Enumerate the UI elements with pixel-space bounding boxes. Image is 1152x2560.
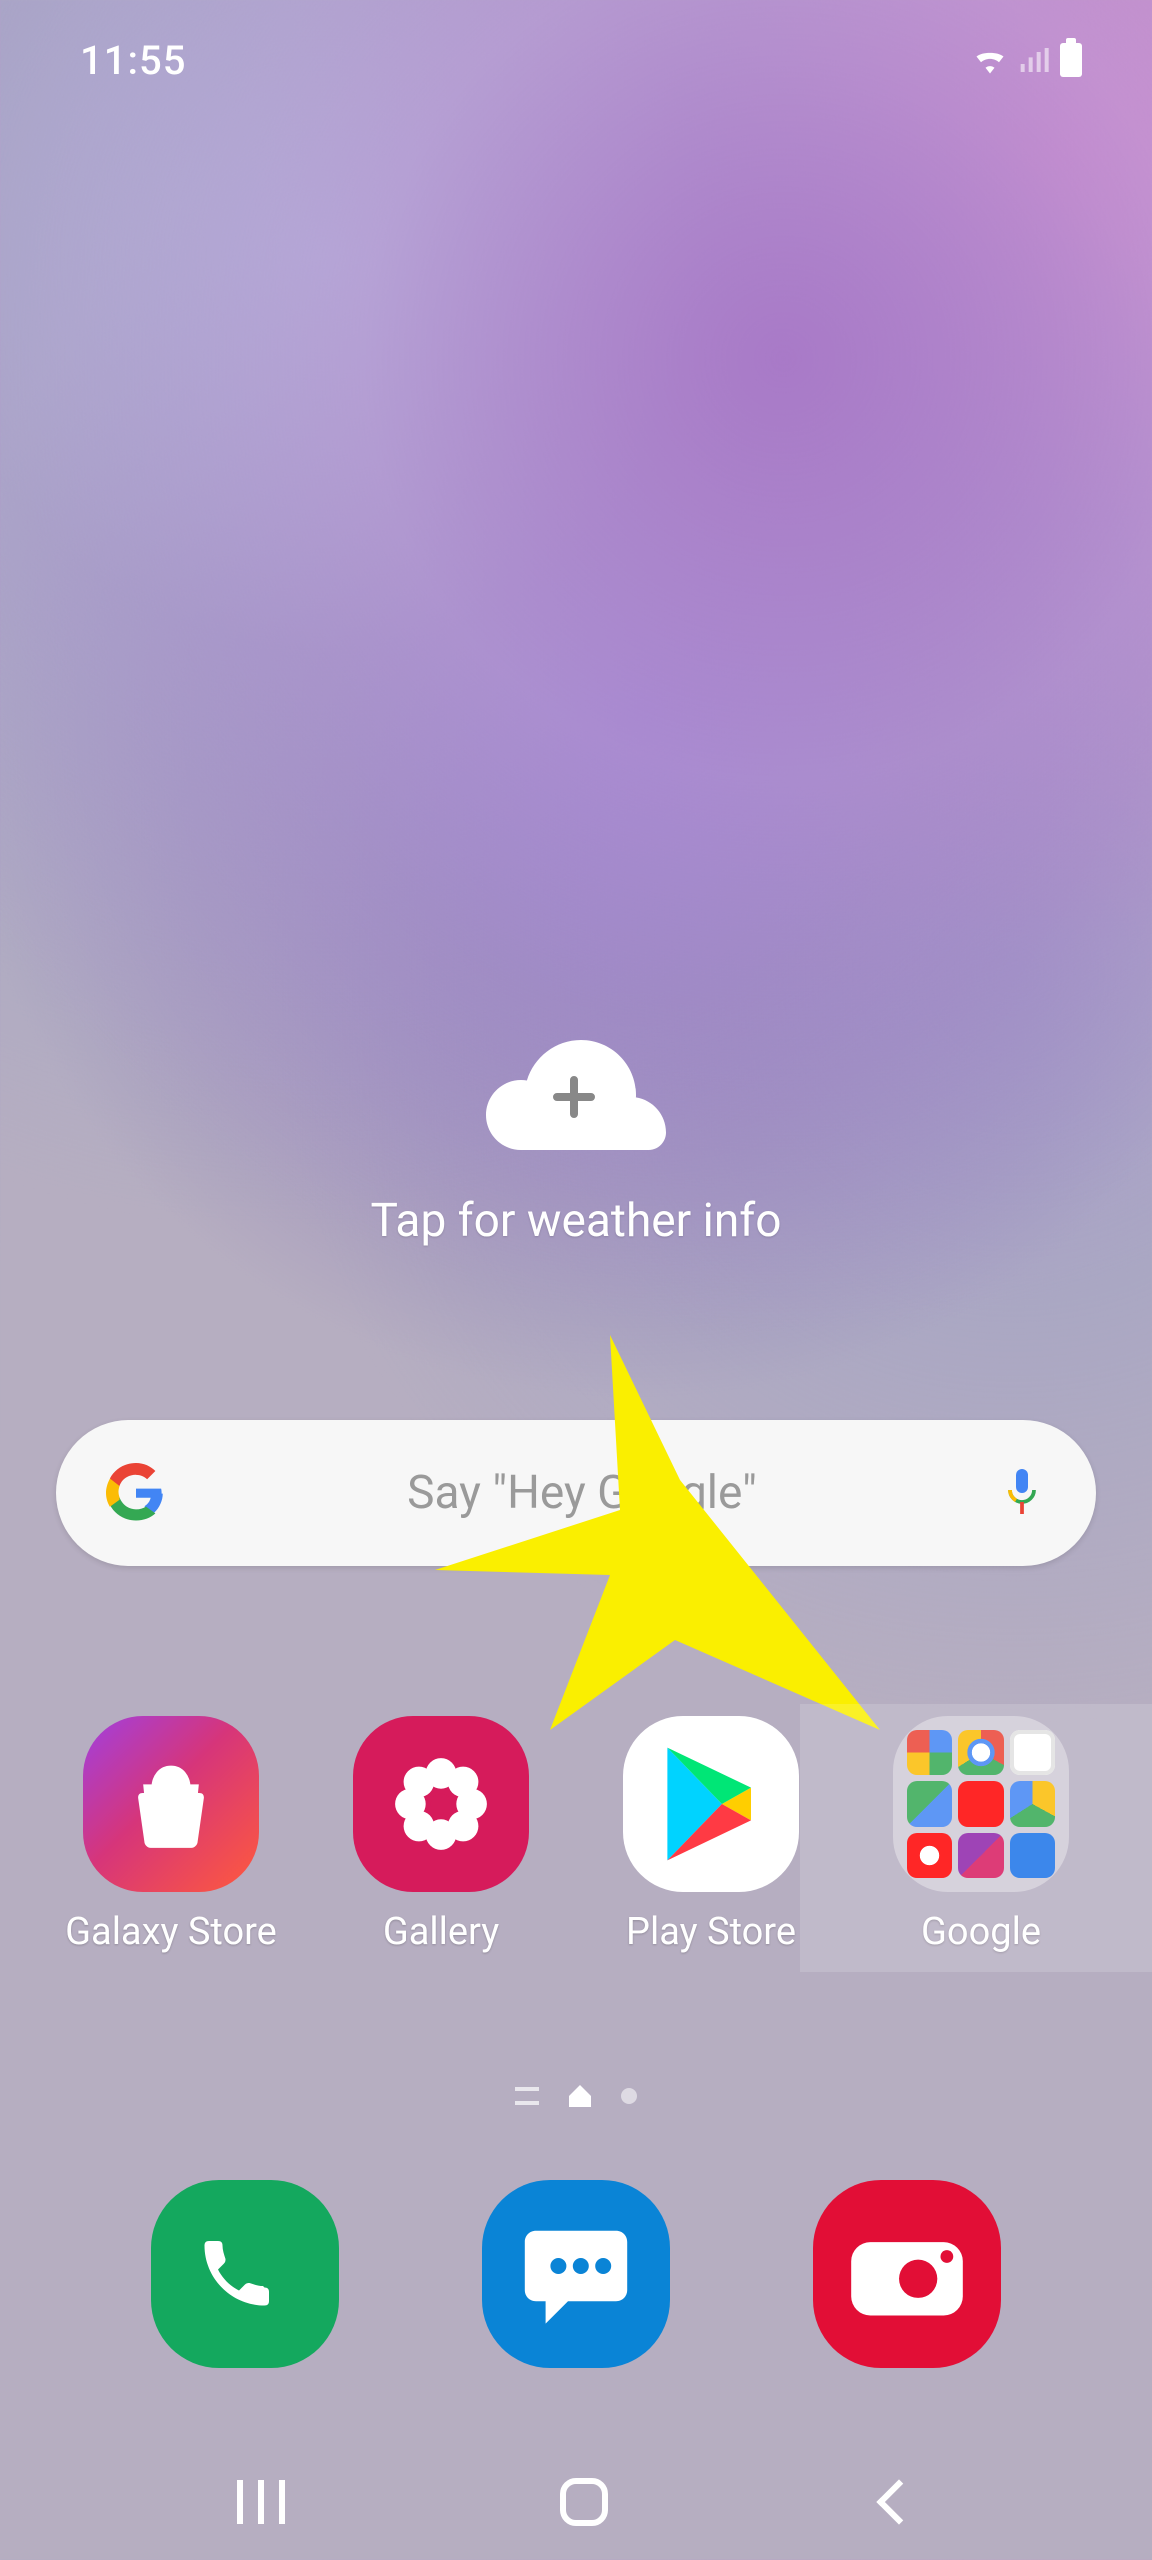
dock-messages-icon[interactable]: [482, 2180, 670, 2368]
folder-mini-maps-icon: [907, 1781, 952, 1826]
google-logo-icon: [106, 1463, 166, 1523]
navigation-bar: [0, 2454, 1152, 2550]
app-galaxy-store: Galaxy Store: [40, 1716, 302, 1954]
nav-back-button[interactable]: [876, 2479, 921, 2524]
folder-mini-google-icon: [907, 1730, 952, 1775]
page-indicator[interactable]: [0, 2085, 1152, 2107]
page-dot-icon: [621, 2088, 637, 2104]
folder-mini-youtube-icon: [958, 1781, 1003, 1826]
folder-mini-playmovies-icon: [958, 1833, 1003, 1878]
wifi-icon: [972, 46, 1008, 74]
dock-camera-icon[interactable]: [813, 2180, 1001, 2368]
app-folder-google: Google: [850, 1716, 1112, 1954]
app-label: Galaxy Store: [65, 1910, 277, 1954]
galaxy-store-icon[interactable]: [83, 1716, 259, 1892]
battery-icon: [1060, 43, 1082, 77]
microphone-icon[interactable]: [998, 1469, 1046, 1517]
weather-widget[interactable]: Tap for weather info: [0, 1040, 1152, 1248]
app-label: Gallery: [383, 1910, 499, 1954]
app-gallery: Gallery: [310, 1716, 572, 1954]
status-icons: [972, 43, 1082, 77]
dock-phone-icon[interactable]: [151, 2180, 339, 2368]
home-app-row: Galaxy Store Gallery Play Store Google: [40, 1716, 1112, 1954]
google-search-bar[interactable]: Say "Hey Google": [56, 1420, 1096, 1566]
folder-mini-gmail-icon: [1010, 1730, 1055, 1775]
signal-icon: [1018, 46, 1050, 74]
weather-text: Tap for weather info: [0, 1194, 1152, 1248]
nav-recent-button[interactable]: [237, 2480, 285, 2524]
folder-mini-duo-icon: [1010, 1833, 1055, 1878]
gallery-icon[interactable]: [353, 1716, 529, 1892]
folder-mini-drive-icon: [1010, 1781, 1055, 1826]
google-folder-icon[interactable]: [893, 1716, 1069, 1892]
page-apps-icon: [515, 2087, 539, 2105]
search-placeholder: Say "Hey Google": [166, 1466, 998, 1520]
page-home-icon: [569, 2085, 591, 2107]
app-label: Google: [921, 1910, 1041, 1954]
status-bar: 11:55: [0, 24, 1152, 96]
clock-time: 11:55: [80, 37, 186, 84]
folder-mini-chrome-icon: [958, 1730, 1003, 1775]
nav-home-button[interactable]: [560, 2478, 608, 2526]
play-store-icon[interactable]: [623, 1716, 799, 1892]
folder-mini-ytmusic-icon: [907, 1833, 952, 1878]
cloud-plus-icon: [486, 1040, 666, 1150]
app-label: Play Store: [626, 1910, 796, 1954]
dock: [0, 2180, 1152, 2368]
